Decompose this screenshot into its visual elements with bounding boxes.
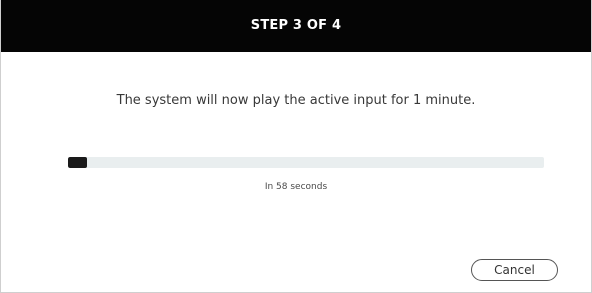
progress-bar-fill <box>68 157 88 168</box>
dialog-header: STEP 3 OF 4 <box>1 0 591 52</box>
cancel-button[interactable]: Cancel <box>471 259 558 281</box>
progress-countdown-text: In 58 seconds <box>264 182 328 192</box>
wizard-dialog: STEP 3 OF 4 The system will now play the… <box>0 0 592 293</box>
progress-bar <box>68 157 544 168</box>
instruction-message: The system will now play the active inpu… <box>116 93 476 108</box>
step-title: STEP 3 OF 4 <box>250 18 342 33</box>
